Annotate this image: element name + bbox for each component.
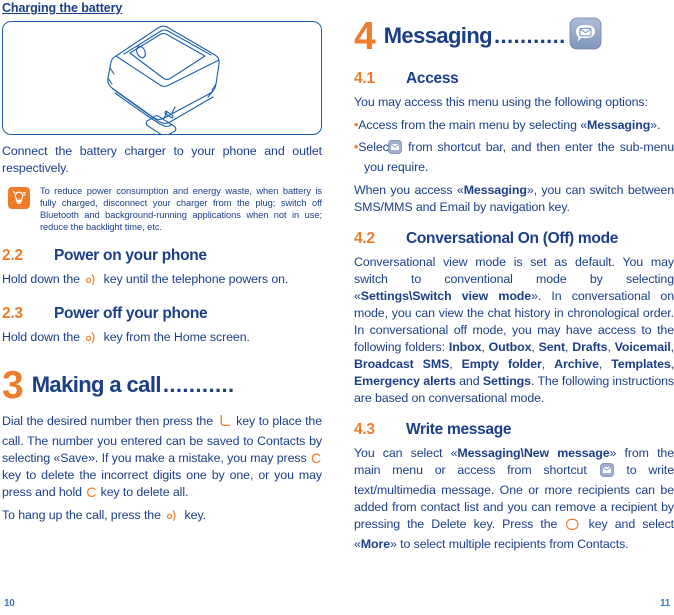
right-page: 4 Messaging ........... 4.1 Access You m…: [354, 0, 674, 615]
power-on-instruction: Hold down the key until the telephone po…: [2, 271, 322, 291]
hang-up-paragraph: To hang up the call, press the key.: [2, 507, 322, 527]
folder-name: Outbox: [488, 340, 532, 354]
emphasis-text: Messaging\New message: [457, 446, 610, 460]
chapter-number: 4: [354, 14, 376, 58]
text-fragment: Dial the desired number then press the: [2, 414, 217, 429]
power-key-icon: [84, 331, 99, 349]
messaging-shortcut-icon: [599, 463, 614, 482]
manual-page-spread: Charging the battery Connect the battery…: [0, 0, 674, 615]
text-fragment: from shortcut bar, and then enter the su…: [364, 140, 674, 174]
folder-name: Settings: [482, 374, 531, 388]
text-fragment: key to delete all.: [97, 485, 189, 500]
section-heading-4-1: 4.1 Access: [354, 70, 674, 88]
clear-key-icon: C: [86, 484, 97, 501]
text-fragment: To hang up the call, press the: [2, 508, 165, 523]
chapter-dot-leader: ...........: [494, 23, 566, 48]
text-fragment: ».: [650, 118, 661, 132]
section-number: 2.3: [2, 305, 23, 323]
section-number: 2.2: [2, 247, 23, 265]
text-fragment: When you access «: [354, 183, 464, 197]
messaging-shortcut-icon: [388, 140, 402, 159]
chapter-title: Messaging: [383, 23, 493, 48]
page-title: Charging the battery: [2, 1, 123, 15]
power-key-icon: [84, 273, 99, 291]
text-fragment: key from the Home screen.: [100, 330, 250, 345]
call-key-icon: [218, 414, 232, 433]
folder-name: Archive: [554, 357, 599, 371]
section-number: 4.3: [354, 421, 375, 438]
section-number: 4.1: [354, 70, 375, 87]
section-heading-4-3: 4.3 Write message: [354, 421, 674, 439]
folder-name: Templates: [611, 357, 671, 371]
access-bullet-2: •Select from shortcut bar, and then ente…: [354, 139, 674, 176]
folder-name: Empty folder: [461, 357, 542, 371]
page-number-right: 11: [660, 598, 670, 609]
chapter-number: 3: [2, 363, 24, 407]
power-key-icon: [165, 509, 180, 527]
tip-bulb-icon: [8, 187, 30, 209]
folder-name: Drafts: [572, 340, 608, 354]
folder-name: Voicemail: [614, 340, 671, 354]
text-fragment: Hold down the: [2, 272, 84, 287]
messaging-envelope-icon: [569, 17, 602, 55]
emphasis-text: Settings\Switch view mode: [360, 289, 532, 303]
section-title: Power on your phone: [54, 247, 207, 265]
chapter-heading-4: 4 Messaging ...........: [354, 16, 674, 56]
emphasis-text: More: [360, 537, 391, 551]
tip-note: To reduce power consumption and energy w…: [2, 185, 322, 233]
text-fragment: Hold down the: [2, 330, 84, 345]
section-title: Access: [406, 70, 459, 87]
access-intro-text: You may access this menu using the follo…: [354, 95, 648, 109]
soft-key-icon: [565, 518, 580, 536]
tip-note-text: To reduce power consumption and energy w…: [40, 186, 322, 233]
section-title: Power off your phone: [54, 305, 208, 323]
conversational-mode-paragraph: Conversational view mode is set as defau…: [354, 254, 674, 407]
section-heading-2-3: 2.3 Power off your phone: [2, 305, 322, 323]
write-message-paragraph: You can select «Messaging\New message» f…: [354, 445, 674, 553]
section-number: 4.2: [354, 230, 375, 247]
text-fragment: Access from the main menu by selecting «: [358, 118, 588, 132]
access-bullet-1: •Access from the main menu by selecting …: [354, 117, 674, 134]
folder-name: Inbox: [448, 340, 482, 354]
text-fragment: » to select multiple recipients from Con…: [390, 537, 629, 551]
text-fragment: You can select «: [354, 446, 458, 460]
access-closing-text: When you access «Messaging», you can swi…: [354, 182, 674, 216]
folder-name: Sent: [538, 340, 566, 354]
chapter-dot-leader: ...........: [162, 372, 235, 398]
text-fragment: key.: [181, 508, 207, 523]
making-a-call-paragraph: Dial the desired number then press the k…: [2, 413, 322, 501]
folder-name: Broadcast SMS: [354, 357, 450, 371]
power-off-instruction: Hold down the key from the Home screen.: [2, 329, 322, 349]
text-fragment: key until the telephone powers on.: [100, 272, 289, 287]
section-title: Conversational On (Off) mode: [406, 230, 619, 247]
emphasis-text: Messaging: [463, 183, 527, 197]
emphasis-text: Messaging: [587, 118, 651, 132]
chapter-heading-3: 3 Making a call ...........: [2, 365, 322, 405]
section-title: Write message: [406, 421, 512, 438]
charging-intro-text: Connect the battery charger to your phon…: [2, 144, 322, 175]
left-page: Charging the battery Connect the battery…: [2, 0, 322, 615]
phone-with-charger-illustration: [2, 21, 322, 135]
section-heading-2-2: 2.2 Power on your phone: [2, 247, 322, 265]
chapter-title: Making a call: [31, 372, 162, 398]
clear-key-icon: C: [310, 450, 321, 467]
folder-name: Emergency alerts: [354, 374, 456, 388]
page-number-left: 10: [4, 598, 15, 609]
section-heading-4-2: 4.2 Conversational On (Off) mode: [354, 230, 674, 248]
